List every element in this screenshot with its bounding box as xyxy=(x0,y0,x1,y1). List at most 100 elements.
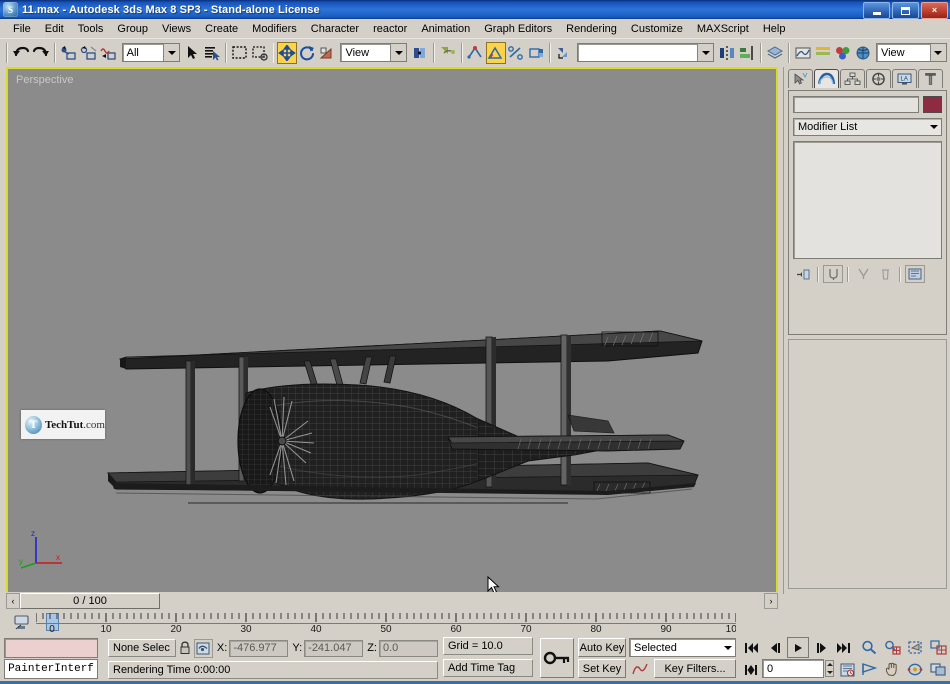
mirror-icon[interactable] xyxy=(717,42,737,64)
close-button[interactable]: × xyxy=(921,2,948,19)
menu-help[interactable]: Help xyxy=(756,21,793,37)
y-coordinate-field[interactable]: -241.047 xyxy=(304,639,364,657)
play-animation-icon[interactable] xyxy=(787,637,809,658)
auto-key-button[interactable]: Auto Key xyxy=(578,638,626,657)
time-slider-track[interactable] xyxy=(160,593,764,609)
window-crossing-icon[interactable] xyxy=(250,42,270,64)
menu-customize[interactable]: Customize xyxy=(624,21,690,37)
menu-maxscript[interactable]: MAXScript xyxy=(690,21,756,37)
chevron-down-icon[interactable] xyxy=(929,44,946,61)
zoom-extents-all-icon[interactable] xyxy=(927,637,949,658)
select-by-name-icon[interactable] xyxy=(202,42,222,64)
utilities-tab-icon[interactable] xyxy=(918,69,943,88)
current-frame-spinner[interactable] xyxy=(825,660,834,677)
modifier-list-dropdown[interactable]: Modifier List xyxy=(793,118,942,136)
menu-character[interactable]: Character xyxy=(304,21,366,37)
remove-modifier-icon[interactable] xyxy=(875,265,895,283)
previous-frame-icon[interactable] xyxy=(765,637,787,658)
chevron-down-icon[interactable] xyxy=(390,44,407,61)
percent-snap-toggle-icon[interactable] xyxy=(506,42,526,64)
menu-file[interactable]: File xyxy=(6,21,38,37)
time-configuration-icon[interactable] xyxy=(836,659,858,680)
time-slider-thumb[interactable]: 0 / 100 xyxy=(20,593,160,609)
perspective-viewport[interactable]: Perspective x z y T TechTut.com xyxy=(6,67,778,594)
set-key-button[interactable]: Set Key xyxy=(578,659,626,678)
zoom-icon[interactable] xyxy=(858,637,880,658)
select-and-uniform-scale-icon[interactable] xyxy=(317,42,337,64)
configure-modifier-sets-icon[interactable] xyxy=(905,265,925,283)
create-tab-icon[interactable] xyxy=(788,69,813,88)
add-time-tag-field[interactable]: Add Time Tag xyxy=(443,659,533,677)
align-icon[interactable] xyxy=(737,42,757,64)
render-scene-dialog-icon[interactable] xyxy=(853,42,873,64)
maximize-button[interactable] xyxy=(892,2,919,19)
key-filters-button[interactable]: Key Filters... xyxy=(654,659,736,678)
select-and-move-icon[interactable] xyxy=(277,41,298,64)
modify-tab-icon[interactable] xyxy=(814,69,839,88)
object-color-swatch[interactable] xyxy=(923,96,942,113)
key-mode-toggle-icon[interactable] xyxy=(740,659,762,680)
menu-animation[interactable]: Animation xyxy=(414,21,477,37)
selection-filter-combo[interactable]: All xyxy=(121,43,181,62)
chevron-down-icon[interactable] xyxy=(163,44,180,61)
next-frame-icon[interactable]: › xyxy=(764,593,778,609)
render-type-combo[interactable]: View xyxy=(875,43,947,62)
menu-rendering[interactable]: Rendering xyxy=(559,21,624,37)
select-object-icon[interactable] xyxy=(183,42,202,64)
arc-rotate-icon[interactable] xyxy=(904,659,926,680)
schematic-view-icon[interactable] xyxy=(813,42,833,64)
menu-tools[interactable]: Tools xyxy=(71,21,111,37)
edit-named-selection-sets-icon[interactable] xyxy=(554,42,574,64)
redo-icon[interactable] xyxy=(31,42,51,64)
zoom-all-icon[interactable] xyxy=(881,637,903,658)
bind-to-space-warp-icon[interactable] xyxy=(99,42,119,64)
next-frame-icon[interactable] xyxy=(810,637,832,658)
minimize-button[interactable] xyxy=(863,2,890,19)
motion-tab-icon[interactable] xyxy=(866,69,891,88)
field-of-view-icon[interactable] xyxy=(858,659,880,680)
z-coordinate-field[interactable]: 0.0 xyxy=(378,639,438,657)
use-pivot-point-center-icon[interactable] xyxy=(410,42,430,64)
menu-create[interactable]: Create xyxy=(198,21,245,37)
menu-reactor[interactable]: reactor xyxy=(366,21,414,37)
modifier-stack-list[interactable] xyxy=(793,141,942,259)
x-coordinate-field[interactable]: -476.977 xyxy=(229,639,289,657)
curve-editor-icon[interactable] xyxy=(793,42,813,64)
display-tab-icon[interactable]: LA xyxy=(892,69,917,88)
select-and-link-icon[interactable] xyxy=(59,42,79,64)
pan-view-icon[interactable] xyxy=(881,659,903,680)
rectangular-selection-region-icon[interactable] xyxy=(230,42,250,64)
time-slider[interactable]: ‹ 0 / 100 › xyxy=(6,592,778,610)
pin-stack-icon[interactable] xyxy=(793,265,813,283)
menu-edit[interactable]: Edit xyxy=(38,21,71,37)
lock-selection-icon[interactable] xyxy=(176,639,193,658)
reference-coordinate-system-combo[interactable]: View xyxy=(340,43,408,62)
spinner-snap-toggle-icon[interactable] xyxy=(526,42,546,64)
chevron-down-icon[interactable] xyxy=(697,44,714,61)
angle-snap-toggle-icon[interactable] xyxy=(485,41,506,64)
go-to-end-icon[interactable] xyxy=(833,637,855,658)
open-mini-curve-editor-icon[interactable] xyxy=(12,614,32,632)
hierarchy-tab-icon[interactable] xyxy=(840,69,865,88)
menu-group[interactable]: Group xyxy=(110,21,155,37)
current-frame-field[interactable]: 0 xyxy=(762,659,824,678)
chevron-down-icon[interactable] xyxy=(720,645,735,650)
object-name-field[interactable] xyxy=(793,96,919,113)
zoom-extents-icon[interactable] xyxy=(904,637,926,658)
layer-manager-icon[interactable] xyxy=(765,42,785,64)
absolute-relative-transform-toggle-icon[interactable] xyxy=(193,638,213,658)
menu-modifiers[interactable]: Modifiers xyxy=(245,21,304,37)
go-to-start-icon[interactable] xyxy=(740,637,762,658)
chevron-down-icon[interactable] xyxy=(926,125,941,129)
menu-graph-editors[interactable]: Graph Editors xyxy=(477,21,559,37)
named-selection-sets-combo[interactable] xyxy=(576,43,715,62)
track-bar[interactable]: 0 10 20 30 40 50 60 70 80 90 100 xyxy=(0,611,783,635)
menu-views[interactable]: Views xyxy=(155,21,198,37)
select-and-rotate-icon[interactable] xyxy=(297,42,317,64)
parameter-curve-icon[interactable] xyxy=(629,659,651,678)
named-selection-sets-icon[interactable] xyxy=(438,42,458,64)
make-unique-icon[interactable] xyxy=(853,265,873,283)
unlink-selection-icon[interactable] xyxy=(79,42,99,64)
key-filter-set-combo[interactable]: Selected xyxy=(629,638,736,657)
snaps-toggle-icon[interactable] xyxy=(466,42,486,64)
